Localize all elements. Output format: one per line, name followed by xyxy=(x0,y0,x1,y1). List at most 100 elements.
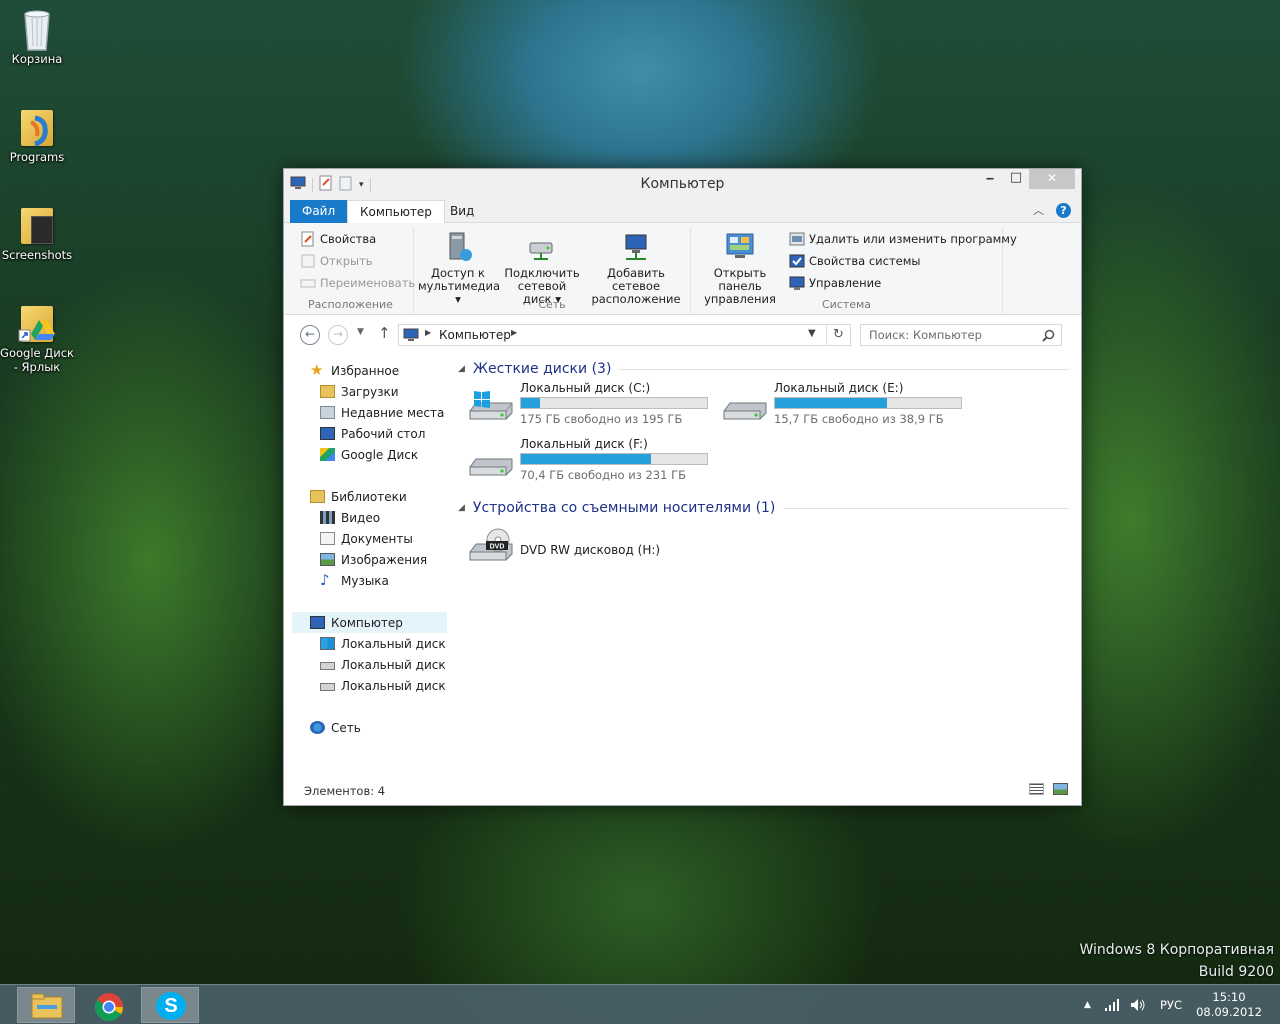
drive-e[interactable]: Локальный диск (E:) 15,7 ГБ свободно из … xyxy=(722,381,972,427)
nav-libraries[interactable]: Библиотеки xyxy=(310,487,407,506)
media-access-button[interactable]: Доступ к мультимедиа ▾ xyxy=(418,231,500,306)
breadcrumb-separator-icon: ▶ xyxy=(425,328,432,337)
computer-icon xyxy=(310,616,325,629)
os-watermark-build: Build 9200 xyxy=(1198,964,1274,980)
os-watermark-edition: Windows 8 Корпоративная xyxy=(1079,942,1274,958)
drive-free-space: 175 ГБ свободно из 195 ГБ xyxy=(520,412,683,426)
drive-c[interactable]: Локальный диск (C:) 175 ГБ свободно из 1… xyxy=(468,381,718,427)
large-icons-view-icon[interactable] xyxy=(1053,783,1068,795)
minimize-button[interactable]: ‒ xyxy=(978,169,1002,189)
skype-icon: S xyxy=(156,992,186,1020)
computer-management-icon xyxy=(789,276,805,290)
nav-disk-e[interactable]: Локальный диск (E: xyxy=(320,655,448,674)
nav-documents[interactable]: Документы xyxy=(320,529,413,548)
google-drive-icon xyxy=(320,448,335,461)
desktop-icon-screenshots[interactable]: Screenshots xyxy=(0,202,74,262)
volume-icon[interactable] xyxy=(1130,985,1146,1024)
address-bar[interactable]: ▶ Компьютер ▶ ▼ ↻ xyxy=(398,324,851,346)
content-pane: ◢ Жесткие диски (3) Локальный диск (C:) … xyxy=(454,353,1069,773)
desktop-icon-programs[interactable]: Programs xyxy=(0,104,74,164)
properties-button[interactable]: Свойства xyxy=(300,229,376,249)
help-icon[interactable]: ? xyxy=(1056,203,1071,218)
nav-disk-c[interactable]: Локальный диск (C xyxy=(320,634,448,653)
tab-file[interactable]: Файл xyxy=(290,200,348,223)
desktop-icon-recycle-bin[interactable]: Корзина xyxy=(0,6,74,66)
rename-button[interactable]: Переименовать xyxy=(300,273,415,293)
map-network-drive-button[interactable]: Подключить сетевой диск ▾ xyxy=(502,231,582,306)
system-properties-button[interactable]: Свойства системы xyxy=(789,251,920,271)
nav-disk-f[interactable]: Локальный диск (F: xyxy=(320,676,448,695)
nav-recent-places[interactable]: Недавние места xyxy=(320,403,444,422)
network-status-icon[interactable] xyxy=(1104,985,1122,1024)
downloads-icon xyxy=(320,385,335,398)
collapse-group-icon[interactable]: ◢ xyxy=(458,364,465,374)
ribbon-tabs: Файл Компьютер Вид ︿ ? xyxy=(284,197,1081,224)
add-network-location-button[interactable]: Добавить сетевое расположение xyxy=(586,231,686,306)
taskbar-skype-button[interactable]: S xyxy=(141,987,199,1023)
drive-free-space: 70,4 ГБ свободно из 231 ГБ xyxy=(520,468,686,482)
windows-drive-icon xyxy=(320,637,335,650)
details-view-icon[interactable] xyxy=(1029,783,1044,795)
dvd-drive-icon: DVD xyxy=(469,528,513,561)
clock[interactable]: 15:10 08.09.2012 xyxy=(1196,985,1262,1024)
close-button[interactable]: ✕ xyxy=(1029,169,1075,189)
dvd-drive[interactable]: DVD DVD RW дисковод (H:) xyxy=(468,527,718,573)
search-input[interactable]: Поиск: Компьютер xyxy=(860,324,1062,346)
hard-drives-group-header[interactable]: ◢ Жесткие диски (3) xyxy=(458,361,1069,377)
open-button[interactable]: Открыть xyxy=(300,251,373,271)
collapse-ribbon-icon[interactable]: ︿ xyxy=(1033,202,1044,218)
manage-button[interactable]: Управление xyxy=(789,273,881,293)
collapse-group-icon[interactable]: ◢ xyxy=(458,503,465,513)
clock-time: 15:10 xyxy=(1212,990,1246,1004)
navigation-pane: ★ Избранное Загрузки Недавние места Рабо… xyxy=(284,353,450,773)
images-icon xyxy=(320,553,335,566)
address-history-chevron-down-icon[interactable]: ▼ xyxy=(808,328,816,339)
desktop-icon-label: Programs xyxy=(9,150,65,164)
system-properties-icon xyxy=(789,254,805,268)
breadcrumb-computer[interactable]: Компьютер xyxy=(439,328,511,342)
removable-devices-group-header[interactable]: ◢ Устройства со съемными носителями (1) xyxy=(458,500,1069,516)
open-icon xyxy=(301,254,315,268)
network-drive-icon xyxy=(526,231,558,263)
nav-computer[interactable]: Компьютер xyxy=(292,612,447,633)
nav-images[interactable]: Изображения xyxy=(320,550,427,569)
tab-view[interactable]: Вид xyxy=(438,200,486,223)
navigation-bar: ← → ▼ ↑ ▶ Компьютер ▶ ▼ ↻ Поиск: Компьют… xyxy=(284,315,1081,351)
drive-usage-bar xyxy=(774,397,962,409)
breadcrumb-chevron-icon[interactable]: ▶ xyxy=(511,328,517,337)
back-button[interactable]: ← xyxy=(300,325,320,345)
programs-icon xyxy=(789,232,805,246)
show-hidden-icons-button[interactable]: ▲ xyxy=(1084,985,1091,1024)
refresh-icon[interactable]: ↻ xyxy=(826,325,850,345)
uninstall-program-button[interactable]: Удалить или изменить программу xyxy=(789,229,1017,249)
taskbar-chrome-button[interactable] xyxy=(79,987,137,1023)
maximize-button[interactable]: □ xyxy=(1004,169,1028,189)
star-icon: ★ xyxy=(310,361,324,379)
nav-music[interactable]: ♪ Музыка xyxy=(320,571,389,590)
nav-network[interactable]: Сеть xyxy=(310,718,361,737)
ribbon-group-label: Сеть xyxy=(538,298,566,311)
forward-button[interactable]: → xyxy=(328,325,348,345)
nav-google-drive[interactable]: Google Диск xyxy=(320,445,418,464)
recent-locations-icon[interactable]: ▼ xyxy=(357,327,364,337)
drive-usage-bar xyxy=(520,453,708,465)
tab-computer[interactable]: Компьютер xyxy=(347,200,445,224)
title-bar[interactable]: ▾ Компьютер ‒ □ ✕ xyxy=(284,169,1081,197)
hard-drive-icon xyxy=(723,402,767,420)
desktop-icon-google-drive-shortcut[interactable]: Google Диск - Ярлык xyxy=(0,300,74,374)
nav-video[interactable]: Видео xyxy=(320,508,380,527)
desktop-icon-label: Google Диск - Ярлык xyxy=(0,346,74,374)
nav-desktop[interactable]: Рабочий стол xyxy=(320,424,425,443)
drive-name: Локальный диск (E:) xyxy=(774,381,904,395)
drive-f[interactable]: Локальный диск (F:) 70,4 ГБ свободно из … xyxy=(468,437,718,483)
language-indicator[interactable]: РУС xyxy=(1160,985,1182,1024)
open-control-panel-button[interactable]: Открыть панель управления xyxy=(693,231,787,306)
libraries-icon xyxy=(310,490,325,503)
ribbon-group-network: Доступ к мультимедиа ▾ Подключить сетево… xyxy=(414,227,691,313)
ribbon-group-system: Открыть панель управления Удалить или из… xyxy=(691,227,1017,313)
nav-favorites[interactable]: ★ Избранное xyxy=(310,361,399,380)
windows-drive-icon xyxy=(469,391,513,420)
up-button[interactable]: ↑ xyxy=(378,324,391,342)
taskbar-explorer-button[interactable] xyxy=(17,987,75,1023)
nav-downloads[interactable]: Загрузки xyxy=(320,382,399,401)
